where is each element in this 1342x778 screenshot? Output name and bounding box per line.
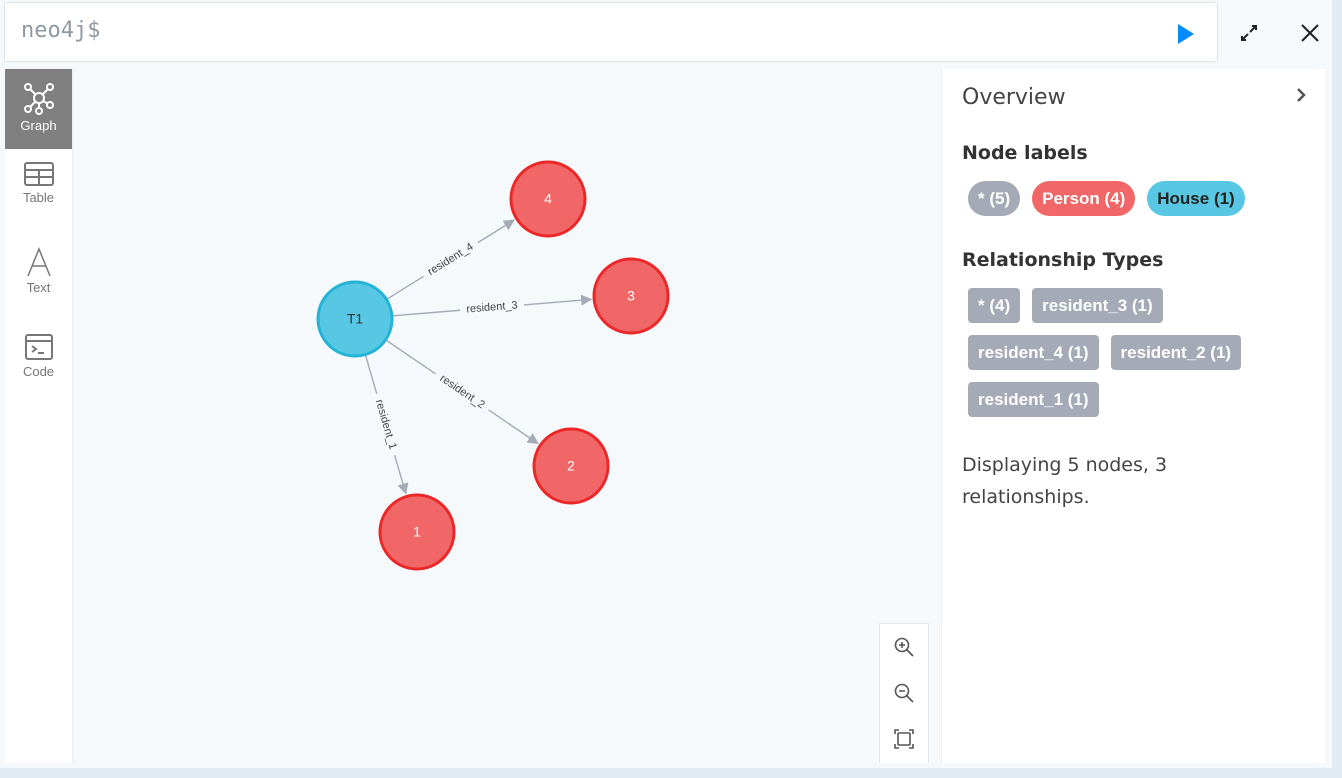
fit-to-screen-button[interactable]	[880, 716, 928, 762]
result-frame: neo4j$ Graph Table Text Code resident_4 …	[0, 0, 1332, 768]
rel-type-tag[interactable]: resident_4 (1)	[968, 335, 1099, 370]
relationship-arrow[interactable]	[523, 294, 593, 306]
run-button[interactable]	[1175, 23, 1197, 45]
node-caption: T1	[347, 311, 364, 327]
node-label-pill-all[interactable]: * (5)	[968, 181, 1021, 216]
close-button[interactable]	[1295, 18, 1325, 48]
node-caption: 2	[567, 458, 575, 474]
relationship-label: resident_1	[373, 398, 399, 451]
relationship-arrow[interactable]	[488, 409, 539, 445]
expand-icon	[1241, 25, 1257, 41]
rel-type-tag[interactable]: resident_3 (1)	[1032, 288, 1163, 323]
overview-title: Overview	[962, 85, 1066, 110]
code-icon	[24, 334, 53, 360]
relationship-types-heading: Relationship Types	[962, 249, 1164, 271]
node-labels-heading: Node labels	[962, 142, 1088, 164]
node-n3[interactable]: 3	[592, 257, 670, 335]
sidebar-item-label: Graph	[20, 118, 57, 133]
relationship-label: resident_4	[426, 241, 476, 278]
query-editor[interactable]: neo4j$	[4, 2, 1218, 62]
relationship-resident_4[interactable]: resident_4	[386, 219, 515, 300]
node-caption: 3	[627, 288, 635, 304]
node-n1[interactable]: 1	[378, 493, 456, 571]
sidebar-item-label: Code	[22, 364, 55, 379]
node-caption: 1	[413, 524, 421, 540]
zoom-out-icon	[894, 683, 914, 703]
relationship-arrow[interactable]	[393, 455, 409, 495]
sidebar-item-code[interactable]: Code	[5, 321, 72, 407]
rel-type-tag-all[interactable]: * (4)	[968, 288, 1021, 323]
relationship-line[interactable]	[364, 355, 378, 395]
table-icon	[23, 162, 54, 186]
collapse-panel-button[interactable]	[1295, 87, 1307, 108]
sidebar-item-label: Text	[26, 280, 51, 295]
node-label-pill-house[interactable]: House (1)	[1147, 181, 1245, 216]
sidebar-item-label: Table	[22, 190, 55, 205]
fullscreen-button[interactable]	[1234, 18, 1264, 48]
zoom-in-button[interactable]	[880, 624, 928, 670]
zoom-out-button[interactable]	[880, 670, 928, 716]
relationship-resident_1[interactable]: resident_1	[364, 355, 409, 495]
graph-canvas[interactable]: resident_4 resident_3 resident_2 resident_1…	[72, 69, 940, 763]
view-sidebar: Graph Table Text Code	[5, 69, 72, 763]
node-T1[interactable]: T1	[316, 280, 394, 358]
node-n2[interactable]: 2	[532, 427, 610, 505]
relationship-resident_3[interactable]: resident_3	[392, 294, 593, 317]
relationship-label: resident_3	[466, 299, 518, 315]
zoom-controls	[879, 623, 929, 763]
node-labels-list: * (5) Person (4) House (1)	[968, 181, 1288, 216]
node-caption: 4	[544, 191, 552, 207]
fit-icon	[894, 729, 914, 749]
relationship-line[interactable]	[386, 339, 437, 375]
graph-svg[interactable]: resident_4 resident_3 resident_2 resident_1…	[72, 69, 940, 763]
relationship-resident_2[interactable]: resident_2	[386, 339, 539, 445]
sidebar-item-graph[interactable]: Graph	[5, 69, 72, 149]
result-summary: Displaying 5 nodes, 3 relationships.	[962, 454, 1168, 508]
relationship-line[interactable]	[386, 275, 424, 300]
node-label-pill-person[interactable]: Person (4)	[1032, 181, 1136, 216]
zoom-in-icon	[894, 637, 914, 657]
graph-icon	[23, 83, 54, 115]
relationship-types-list: * (4) resident_3 (1) resident_4 (1) resi…	[968, 288, 1268, 417]
chevron-right-icon	[1297, 88, 1306, 102]
relationship-line[interactable]	[392, 309, 461, 317]
rel-type-tag[interactable]: resident_1 (1)	[968, 382, 1099, 417]
play-icon	[1178, 24, 1194, 44]
rel-type-tag[interactable]: resident_2 (1)	[1110, 335, 1242, 370]
relationship-arrow[interactable]	[477, 219, 515, 244]
sidebar-item-table[interactable]: Table	[5, 149, 72, 235]
close-icon	[1301, 24, 1319, 42]
overview-panel: Overview Node labels * (5) Person (4) Ho…	[941, 69, 1325, 763]
node-n4[interactable]: 4	[509, 160, 587, 238]
editor-prompt: neo4j$	[21, 18, 101, 43]
text-icon	[26, 247, 51, 277]
sidebar-item-text[interactable]: Text	[5, 235, 72, 321]
relationship-label: resident_2	[438, 372, 487, 411]
